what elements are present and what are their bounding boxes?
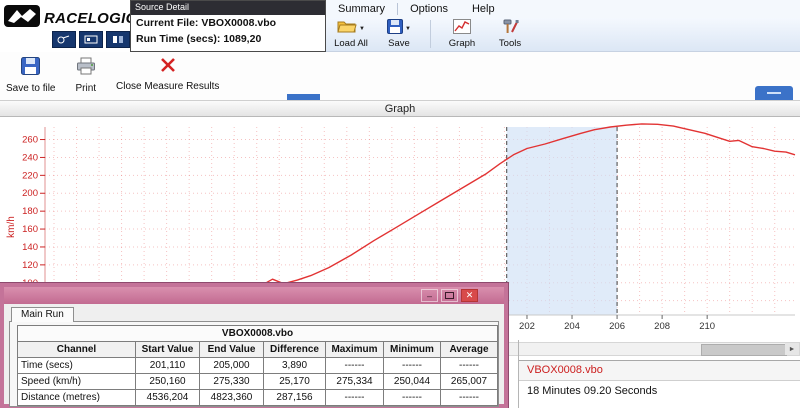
column-header: Average (441, 342, 498, 358)
measure-tab-panel: VBOX0008.vboChannelStart ValueEnd ValueD… (9, 321, 499, 407)
current-file-text: Current File: VBOX0008.vbo (131, 15, 325, 31)
save-icon (387, 19, 403, 39)
graph-window-titlebar[interactable]: Graph (0, 100, 800, 117)
svg-text:208: 208 (654, 321, 670, 332)
graph-window-title: Graph (385, 103, 416, 115)
close-button[interactable]: ✕ (461, 289, 478, 302)
table-row: Distance (metres)4536,2044823,360287,156… (18, 390, 498, 406)
close-x-icon (160, 57, 176, 78)
table-title: VBOX0008.vbo (18, 326, 498, 342)
racelogic-logo-icon (4, 5, 40, 32)
save-to-file-button[interactable]: Save to file (6, 52, 55, 100)
tools-button[interactable]: Tools (493, 18, 527, 49)
measure-results-window: – ✕ Main Run VBOX0008.vboChannelStart Va… (0, 283, 508, 408)
svg-text:260: 260 (22, 135, 38, 146)
folder-open-icon (337, 19, 357, 39)
table-row: Time (secs)201,110205,0003,890----------… (18, 358, 498, 374)
svg-text:210: 210 (699, 321, 715, 332)
svg-text:220: 220 (22, 170, 38, 181)
svg-text:180: 180 (22, 206, 38, 217)
column-header: Channel (18, 342, 136, 358)
logo-block: RACELOGIC (0, 0, 130, 52)
menu-options[interactable]: Options (398, 2, 460, 16)
logo-text: RACELOGIC (44, 10, 137, 27)
column-header: Minimum (384, 342, 441, 358)
svg-text:200: 200 (22, 188, 38, 199)
scroll-right-arrow[interactable]: ► (785, 343, 799, 355)
file-summary-panel: VBOX0008.vbo 18 Minutes 09.20 Seconds (519, 360, 800, 408)
save-button[interactable]: ▼ Save (382, 18, 416, 49)
logo-app-tiles (52, 31, 130, 48)
column-header: Maximum (326, 342, 384, 358)
column-header: End Value (200, 342, 264, 358)
vbox-module-icon (79, 31, 103, 48)
scrollbar-thumb[interactable] (701, 344, 787, 356)
svg-text:km/h: km/h (6, 216, 17, 238)
tools-icon (502, 19, 519, 39)
column-header: Difference (264, 342, 326, 358)
close-measure-results-button[interactable]: Close Measure Results (116, 52, 219, 100)
svg-text:206: 206 (609, 321, 625, 332)
column-header: Start Value (136, 342, 200, 358)
measure-toolbar: Save to file Print Close Measure Resul (0, 52, 800, 100)
svg-text:160: 160 (22, 224, 38, 235)
save-icon (21, 57, 40, 80)
application-window: RACELOGIC Source Detail Current File: VB… (0, 0, 800, 408)
menu-help[interactable]: Help (460, 2, 507, 16)
tab-main-run[interactable]: Main Run (11, 307, 74, 322)
table-row: Speed (km/h)250,160275,33025,170275,3342… (18, 374, 498, 390)
printer-icon (76, 57, 96, 80)
svg-text:204: 204 (564, 321, 580, 332)
minimize-button[interactable]: – (421, 289, 438, 302)
run-time-text: Run Time (secs): 1089,20 (131, 31, 325, 47)
print-button[interactable]: Print (75, 52, 96, 100)
menu-bar: Summary Options Help (326, 0, 800, 19)
graph-button[interactable]: Graph (445, 18, 479, 49)
graph-icon (453, 19, 471, 39)
file-list-item[interactable]: VBOX0008.vbo (519, 361, 800, 381)
satellite-icon (52, 31, 76, 48)
menu-summary[interactable]: Summary (326, 2, 397, 16)
svg-text:202: 202 (519, 321, 535, 332)
maximize-button[interactable] (441, 289, 458, 302)
svg-text:140: 140 (22, 242, 38, 253)
chevron-down-icon[interactable]: ▼ (359, 26, 365, 32)
svg-text:120: 120 (22, 260, 38, 271)
source-detail-panel: Source Detail Current File: VBOX0008.vbo… (130, 0, 326, 52)
source-detail-title: Source Detail (131, 1, 325, 15)
chip-icon (106, 31, 130, 48)
file-duration-text: 18 Minutes 09.20 Seconds (519, 381, 800, 401)
load-all-button[interactable]: ▼ Load All (334, 18, 368, 49)
measure-results-table: VBOX0008.vboChannelStart ValueEnd ValueD… (17, 325, 498, 406)
popup-titlebar[interactable]: – ✕ (4, 287, 504, 304)
svg-text:240: 240 (22, 152, 38, 163)
chevron-down-icon[interactable]: ▼ (405, 26, 411, 32)
window-fragment (755, 86, 793, 100)
main-toolbar: ▼ Load All ▼ Save (326, 18, 800, 52)
toolbar-separator (430, 20, 431, 48)
